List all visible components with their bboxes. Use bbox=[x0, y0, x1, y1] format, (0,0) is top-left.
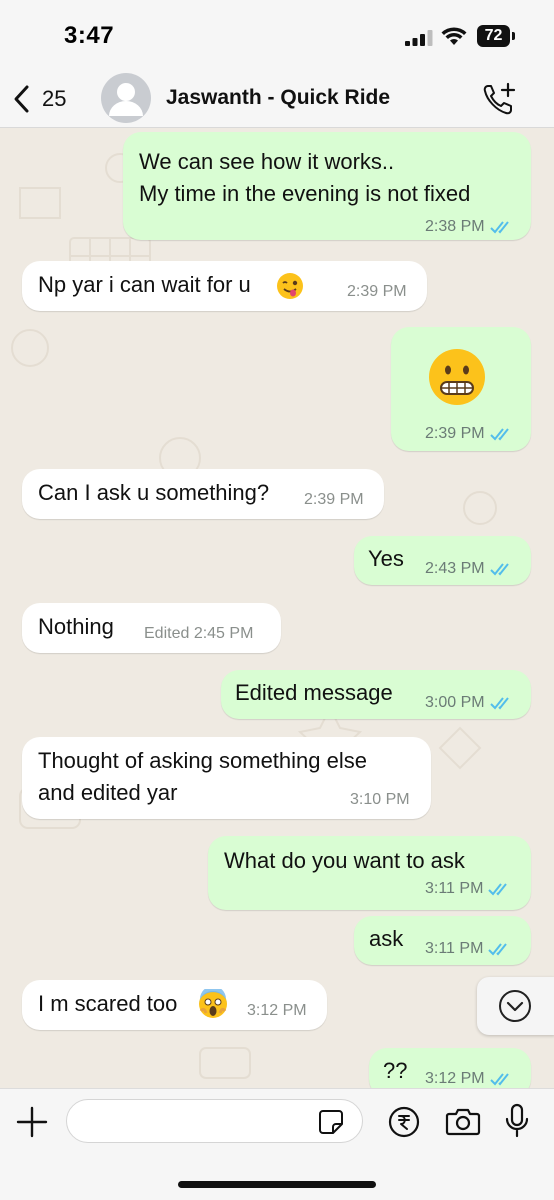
message-bubble-incoming[interactable]: Np yar i can wait for u 2:39 PM bbox=[22, 261, 427, 311]
sticker-icon[interactable] bbox=[318, 1109, 344, 1135]
read-receipt-icon bbox=[488, 883, 508, 896]
message-bubble-outgoing[interactable]: What do you want to ask 3:11 PM bbox=[208, 836, 531, 910]
message-text: Np yar i can wait for u bbox=[38, 272, 251, 297]
plus-icon[interactable] bbox=[16, 1106, 48, 1138]
rupee-payment-icon[interactable] bbox=[388, 1106, 420, 1138]
message-time: 2:38 PM bbox=[425, 218, 485, 235]
read-receipt-icon bbox=[489, 563, 509, 576]
message-text: and edited yar bbox=[38, 780, 178, 805]
status-time: 3:47 bbox=[64, 22, 115, 49]
read-receipt-icon bbox=[489, 697, 509, 710]
message-time: 3:12 PM bbox=[247, 1002, 307, 1019]
avatar[interactable] bbox=[101, 73, 151, 123]
add-call-icon[interactable] bbox=[482, 82, 518, 116]
message-time: 2:39 PM bbox=[425, 425, 485, 442]
chevron-down-circle-icon bbox=[499, 990, 531, 1022]
message-bubble-incoming[interactable]: I m scared too 3:12 PM bbox=[22, 980, 327, 1030]
message-text: ?? bbox=[383, 1058, 408, 1083]
message-time: 3:10 PM bbox=[350, 791, 410, 808]
microphone-icon[interactable] bbox=[505, 1103, 529, 1139]
chevron-left-icon bbox=[14, 85, 29, 113]
message-text: Yes bbox=[368, 546, 404, 571]
read-receipt-icon bbox=[489, 428, 509, 441]
cellular-signal-icon bbox=[405, 30, 433, 46]
message-text: Nothing bbox=[38, 614, 114, 639]
message-time: 3:11 PM bbox=[425, 940, 484, 957]
scroll-to-bottom-button[interactable] bbox=[477, 977, 554, 1035]
winking-face-with-tongue-icon bbox=[277, 273, 303, 299]
message-bubble-outgoing[interactable]: Yes 2:43 PM bbox=[354, 536, 531, 585]
message-bubble-outgoing[interactable]: ?? 3:12 PM bbox=[369, 1048, 531, 1088]
message-time: 2:43 PM bbox=[425, 560, 485, 577]
face-screaming-in-fear-icon bbox=[199, 989, 227, 1018]
message-text: Edited message bbox=[235, 680, 393, 705]
message-text: What do you want to ask bbox=[224, 848, 465, 873]
grimacing-face-icon bbox=[429, 349, 485, 405]
message-time: 2:39 PM bbox=[304, 491, 364, 508]
home-indicator bbox=[178, 1181, 376, 1188]
message-time: 3:11 PM bbox=[425, 880, 484, 897]
message-time: Edited 2:45 PM bbox=[144, 625, 254, 642]
message-bubble-outgoing[interactable]: Edited message 3:00 PM bbox=[221, 670, 531, 719]
message-text: We can see how it works.. bbox=[139, 149, 395, 174]
battery-level: 72 bbox=[477, 25, 510, 47]
message-bubble-incoming[interactable]: Can I ask u something? 2:39 PM bbox=[22, 469, 384, 519]
contact-name[interactable]: Jaswanth - Quick Ride bbox=[166, 86, 390, 110]
battery-icon: 72 bbox=[477, 25, 515, 47]
message-text: Can I ask u something? bbox=[38, 480, 270, 505]
message-text: Thought of asking something else bbox=[38, 748, 367, 773]
message-time: 2:39 PM bbox=[347, 283, 407, 300]
message-bubble-incoming[interactable]: Nothing Edited 2:45 PM bbox=[22, 603, 281, 653]
message-text: My time in the evening is not fixed bbox=[139, 181, 471, 206]
read-receipt-icon bbox=[489, 221, 509, 234]
message-text: I m scared too bbox=[38, 991, 178, 1016]
chat-area[interactable]: We can see how it works.. My time in the… bbox=[0, 128, 554, 1088]
person-icon bbox=[109, 83, 143, 116]
message-time: 3:00 PM bbox=[425, 694, 485, 711]
message-bubble-incoming[interactable]: Thought of asking something else and edi… bbox=[22, 737, 431, 819]
message-text: ask bbox=[369, 926, 404, 951]
camera-icon[interactable] bbox=[445, 1107, 481, 1137]
status-bar: 3:47 72 bbox=[0, 0, 554, 70]
message-time: 3:12 PM bbox=[425, 1070, 485, 1087]
message-bubble-outgoing[interactable]: ask 3:11 PM bbox=[354, 916, 531, 965]
back-button[interactable]: 25 bbox=[12, 82, 76, 116]
message-bubble-outgoing[interactable]: 2:39 PM bbox=[391, 327, 531, 451]
chat-header: 25 Jaswanth - Quick Ride bbox=[0, 70, 554, 128]
read-receipt-icon bbox=[489, 1073, 509, 1086]
wifi-icon bbox=[441, 27, 467, 45]
message-bubble-outgoing[interactable]: We can see how it works.. My time in the… bbox=[123, 132, 531, 240]
read-receipt-icon bbox=[488, 943, 508, 956]
unread-count: 25 bbox=[42, 86, 67, 111]
